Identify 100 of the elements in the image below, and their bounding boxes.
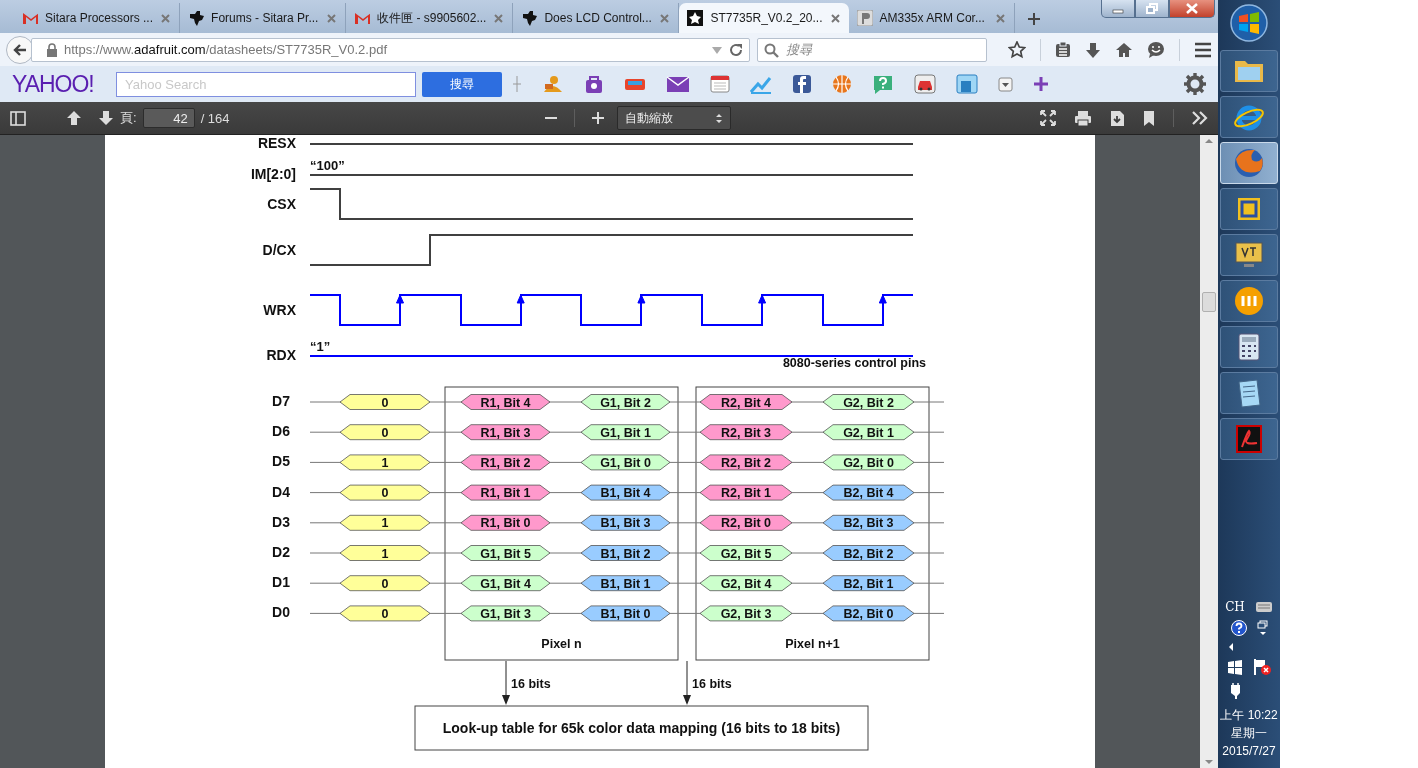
back-arrow-icon [12, 41, 28, 58]
bookmark-icon[interactable] [1143, 109, 1155, 127]
bit-field: 1 [339, 545, 431, 561]
scrollbar[interactable] [1200, 135, 1218, 768]
new-tab-icon[interactable] [1026, 12, 1041, 26]
windows-logo-icon[interactable] [1227, 659, 1243, 675]
home-icon[interactable] [1115, 41, 1133, 58]
keyboard-icon[interactable] [1254, 599, 1273, 614]
bit-field: B1, Bit 0 [580, 605, 671, 622]
bus-width-label: 16 bits [692, 677, 732, 691]
person-icon[interactable] [542, 74, 564, 94]
dropdown-icon[interactable] [998, 76, 1013, 92]
fullscreen-icon[interactable] [1040, 110, 1056, 126]
taskbar-button[interactable] [1220, 50, 1278, 92]
search-button[interactable]: 搜尋 [422, 71, 502, 97]
letter-f-icon[interactable] [792, 74, 812, 94]
signal-label: D0 [272, 604, 290, 621]
taskbar-button[interactable] [1220, 96, 1278, 138]
bit-field: 0 [339, 394, 431, 410]
signal-label: IM[2:0] [250, 166, 296, 182]
menu-icon[interactable] [1194, 40, 1212, 59]
close-icon[interactable] [326, 12, 338, 24]
calendar-icon[interactable] [710, 74, 730, 94]
page-count: / 164 [200, 110, 230, 126]
plus-icon[interactable] [1033, 76, 1049, 92]
bit-field: G1, Bit 0 [580, 454, 671, 471]
scroll-down-icon[interactable] [1204, 758, 1214, 766]
bit-field: G2, Bit 0 [822, 454, 915, 471]
bit-field: 0 [339, 484, 431, 501]
bit-field: B2, Bit 0 [822, 605, 915, 622]
signal-label: RESX [257, 135, 296, 151]
window-switch-icon[interactable] [1256, 620, 1268, 636]
bit-field: G1, Bit 2 [580, 394, 671, 410]
speech-bubble-icon[interactable] [872, 74, 894, 94]
sidebar-toggle-icon[interactable] [10, 110, 26, 126]
taskbar-button[interactable] [1220, 188, 1278, 230]
close-icon[interactable] [160, 12, 172, 24]
save-document-icon[interactable] [1110, 109, 1125, 127]
signal-label: D6 [272, 423, 290, 440]
page-number-field[interactable]: 42 [142, 108, 195, 128]
close-button[interactable] [1169, 0, 1215, 18]
taskbar-button[interactable] [1220, 326, 1278, 368]
chat-icon[interactable] [1147, 40, 1165, 59]
down-arrow-icon[interactable] [98, 110, 114, 126]
basketball-icon[interactable] [832, 74, 852, 94]
bit-field: R2, Bit 4 [699, 394, 793, 410]
mail-envelope-icon[interactable] [666, 74, 690, 94]
bit-field: G2, Bit 1 [822, 424, 915, 441]
close-icon[interactable] [659, 12, 671, 24]
taskbar-button[interactable] [1220, 372, 1278, 414]
star-icon[interactable] [1008, 40, 1026, 59]
bit-field: R1, Bit 1 [460, 484, 551, 501]
signal-label: D1 [272, 574, 290, 591]
zoom-in-icon[interactable] [591, 111, 606, 125]
close-icon[interactable] [994, 12, 1006, 24]
drag-handle-icon[interactable] [512, 75, 522, 93]
bit-field: 1 [339, 454, 431, 471]
taskbar-button[interactable] [1220, 234, 1278, 276]
print-icon[interactable] [1074, 109, 1092, 127]
address-bar[interactable]: https://www.adafruit.com/datasheets/ST7735R_V0.2.pdf [31, 37, 750, 62]
signal-label: D/CX [262, 242, 296, 258]
language-indicator[interactable]: CH [1225, 599, 1245, 614]
lookup-table-box: Look-up table for 65k color data mapping (16 bits to 18 bits) [414, 705, 869, 751]
back-button[interactable] [6, 35, 34, 64]
bit-field: B2, Bit 4 [822, 484, 915, 501]
flag-error-icon[interactable] [1253, 658, 1271, 676]
start-orb-icon[interactable] [1230, 4, 1268, 42]
maximize-button[interactable] [1135, 0, 1169, 18]
arrow [683, 660, 691, 705]
download-icon[interactable] [1085, 41, 1101, 58]
taskbar-button[interactable] [1220, 280, 1278, 322]
bit-field: B2, Bit 2 [822, 545, 915, 561]
reload-icon[interactable] [729, 42, 743, 57]
bit-field: R2, Bit 1 [699, 484, 793, 501]
close-icon[interactable] [493, 12, 505, 24]
clipboard-list-icon[interactable] [1055, 41, 1071, 58]
scroll-up-icon[interactable] [1204, 137, 1214, 145]
bit-field: R1, Bit 3 [460, 424, 551, 441]
bit-field: G2, Bit 4 [699, 575, 793, 592]
signal-label: D2 [272, 544, 290, 560]
settings-icon[interactable] [1184, 73, 1206, 95]
bit-field: R1, Bit 2 [460, 454, 551, 471]
zoom-select[interactable]: 自動縮放 [617, 106, 732, 130]
search-field[interactable]: 搜尋 [757, 37, 987, 62]
minimize-button[interactable] [1101, 0, 1135, 18]
search-icon [764, 42, 779, 58]
taskbar-button[interactable] [1220, 418, 1278, 460]
bit-field: G1, Bit 5 [460, 545, 551, 561]
browser-tab[interactable]: ST7735R_V0.2_20... [679, 3, 849, 33]
double-chevron-icon[interactable] [1192, 110, 1208, 126]
clock[interactable]: 上午 10:22 星期一 2015/7/27 [1220, 706, 1278, 760]
bit-field: G2, Bit 3 [699, 605, 793, 622]
bit-field: G1, Bit 3 [460, 605, 551, 622]
car-icon[interactable] [914, 74, 936, 94]
close-icon[interactable] [829, 12, 841, 24]
up-arrow-icon[interactable] [66, 110, 82, 126]
expand-left-icon[interactable] [1228, 642, 1235, 652]
scroll-thumb[interactable] [1202, 291, 1216, 312]
help-icon[interactable] [1230, 620, 1247, 636]
yahoo-logo[interactable]: YAHOO! [12, 70, 116, 98]
